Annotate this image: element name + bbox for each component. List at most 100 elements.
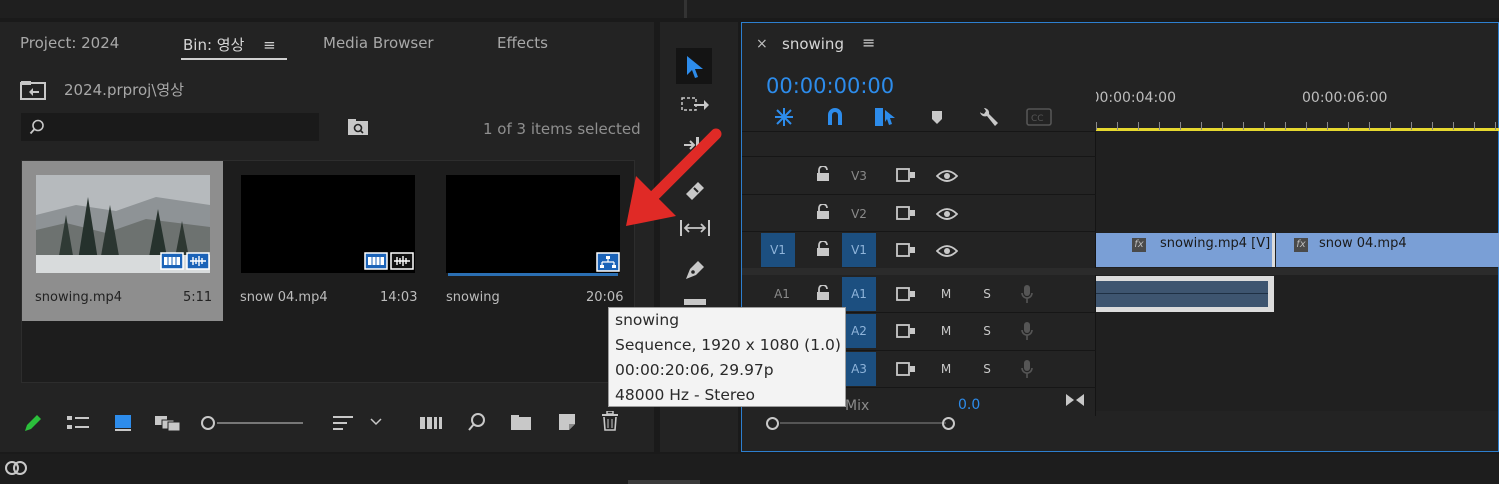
- eye-icon[interactable]: [936, 169, 958, 183]
- track-label-v3[interactable]: V3: [842, 159, 876, 193]
- snowing-sequence-thumbnail[interactable]: [446, 175, 620, 273]
- lock-icon[interactable]: [816, 285, 830, 301]
- go-to-in-out-icon[interactable]: [1065, 393, 1085, 407]
- sync-lock-icon[interactable]: [896, 243, 916, 257]
- track-label-a2[interactable]: A2: [842, 314, 876, 348]
- video-audio-divider: [742, 268, 1498, 275]
- linked-selection-icon[interactable]: [873, 106, 899, 128]
- clip-duration-snowing-seq: 20:06: [586, 290, 624, 305]
- list-view-icon[interactable]: [66, 414, 90, 432]
- microphone-icon[interactable]: [1020, 359, 1034, 379]
- solo-button[interactable]: S: [970, 277, 1004, 311]
- source-patch-v1[interactable]: V1: [761, 233, 795, 267]
- track-label-v2[interactable]: V2: [842, 197, 876, 231]
- status-bar: [0, 454, 1499, 484]
- tab-effects[interactable]: Effects: [497, 34, 548, 52]
- source-patch-a1[interactable]: A1: [765, 277, 799, 311]
- mix-value[interactable]: 0.0: [958, 397, 980, 413]
- track-label-a1[interactable]: A1: [842, 277, 876, 311]
- tab-project[interactable]: Project: 2024: [20, 34, 119, 52]
- wrench-icon[interactable]: [977, 106, 999, 128]
- track-label-a3[interactable]: A3: [842, 352, 876, 386]
- search-input[interactable]: [21, 113, 319, 141]
- track-select-tool-icon[interactable]: [680, 96, 710, 118]
- scroll-track: [780, 422, 946, 424]
- sync-lock-icon[interactable]: [896, 324, 916, 338]
- zoom-slider[interactable]: [201, 416, 305, 430]
- video-badge-icon: [364, 252, 388, 270]
- chevron-down-icon[interactable]: [370, 418, 382, 426]
- audio-badge-icon: [186, 252, 210, 270]
- sync-lock-icon[interactable]: [896, 206, 916, 220]
- new-bin-icon[interactable]: [510, 414, 532, 431]
- mute-button[interactable]: M: [929, 352, 963, 386]
- eye-icon[interactable]: [936, 207, 958, 221]
- find-icon[interactable]: [467, 412, 487, 432]
- tooltip-type: Sequence, 1920 x 1080 (1.0): [615, 336, 841, 354]
- sync-lock-icon[interactable]: [896, 287, 916, 301]
- clip-duration-snowing-mp4: 5:11: [183, 290, 213, 305]
- new-item-icon[interactable]: [558, 413, 576, 431]
- hand-tool-partial[interactable]: [684, 299, 706, 305]
- timeline-clip-label: snowing.mp4 [V]: [1160, 236, 1271, 251]
- ruler-label: 00:00:04:00: [1096, 90, 1176, 106]
- lock-icon[interactable]: [816, 166, 830, 182]
- solo-button[interactable]: S: [970, 352, 1004, 386]
- clip-name-snowing-seq: snowing: [446, 290, 500, 305]
- timeline-clip-snowing-video[interactable]: fx snowing.mp4 [V]: [1096, 233, 1272, 267]
- microphone-icon[interactable]: [1020, 321, 1034, 341]
- tab-media-browser[interactable]: Media Browser: [323, 34, 434, 52]
- scroll-handle-right[interactable]: [942, 417, 955, 430]
- timeline-clip-snow04-video[interactable]: fx snow 04.mp4: [1276, 233, 1499, 267]
- ruler-label: 00:00:06:00: [1302, 90, 1388, 106]
- eye-icon[interactable]: [936, 244, 958, 258]
- sort-icon[interactable]: [332, 414, 354, 432]
- clip-duration-snow04: 14:03: [380, 290, 418, 305]
- track-label-v1[interactable]: V1: [842, 233, 876, 267]
- solo-button[interactable]: S: [970, 314, 1004, 348]
- sync-lock-icon[interactable]: [896, 168, 916, 182]
- lock-icon[interactable]: [816, 204, 830, 220]
- row-line: [742, 156, 1096, 157]
- zoom-slider-track: [217, 422, 303, 424]
- pen-tool-icon[interactable]: [682, 257, 708, 283]
- icon-view-icon[interactable]: [114, 414, 132, 432]
- panel-menu-icon[interactable]: ≡: [263, 36, 276, 54]
- timeline-clip-snowing-audio[interactable]: [1096, 276, 1274, 312]
- add-marker-icon[interactable]: [930, 109, 944, 125]
- snap-magnet-icon[interactable]: [825, 106, 845, 126]
- timeline-menu-icon[interactable]: ≡: [862, 33, 875, 52]
- snow04-thumbnail[interactable]: [241, 175, 415, 273]
- scroll-handle-left[interactable]: [766, 417, 779, 430]
- search-icon: [29, 119, 44, 135]
- sequence-tab[interactable]: snowing: [782, 35, 844, 53]
- sync-lock-icon[interactable]: [896, 362, 916, 376]
- top-divider: [684, 0, 687, 18]
- tab-bin-label[interactable]: Bin: 영상: [183, 36, 244, 54]
- audio-channel-divider: [1096, 293, 1268, 294]
- freeform-view-icon[interactable]: [154, 414, 182, 432]
- insert-sequence-nest-icon[interactable]: [772, 106, 796, 128]
- video-badge-icon: [160, 252, 184, 270]
- microphone-icon[interactable]: [1020, 284, 1034, 304]
- annotation-arrow: [626, 128, 722, 226]
- timeline-scrollbar[interactable]: [766, 417, 962, 430]
- mute-button[interactable]: M: [929, 277, 963, 311]
- pencil-icon[interactable]: [22, 412, 44, 434]
- mute-button[interactable]: M: [929, 314, 963, 348]
- trash-icon[interactable]: [601, 411, 619, 431]
- captions-icon[interactable]: CC: [1026, 108, 1052, 126]
- playhead-timecode[interactable]: 00:00:00:00: [766, 74, 894, 98]
- parent-folder-icon[interactable]: [20, 80, 46, 100]
- lock-icon[interactable]: [816, 241, 830, 257]
- automate-to-sequence-icon[interactable]: [419, 416, 443, 430]
- creative-cloud-icon[interactable]: [4, 458, 28, 478]
- tab-bin[interactable]: Bin: 영상 ≡: [183, 34, 276, 55]
- find-in-bin-icon[interactable]: [347, 118, 369, 136]
- top-strip: [0, 0, 1499, 18]
- clip-name-snowing-mp4: snowing.mp4: [35, 290, 123, 305]
- close-sequence-icon[interactable]: ×: [756, 36, 768, 52]
- zoom-slider-handle[interactable]: [201, 416, 215, 430]
- selection-tool[interactable]: [676, 48, 712, 84]
- row-line: [742, 231, 1096, 232]
